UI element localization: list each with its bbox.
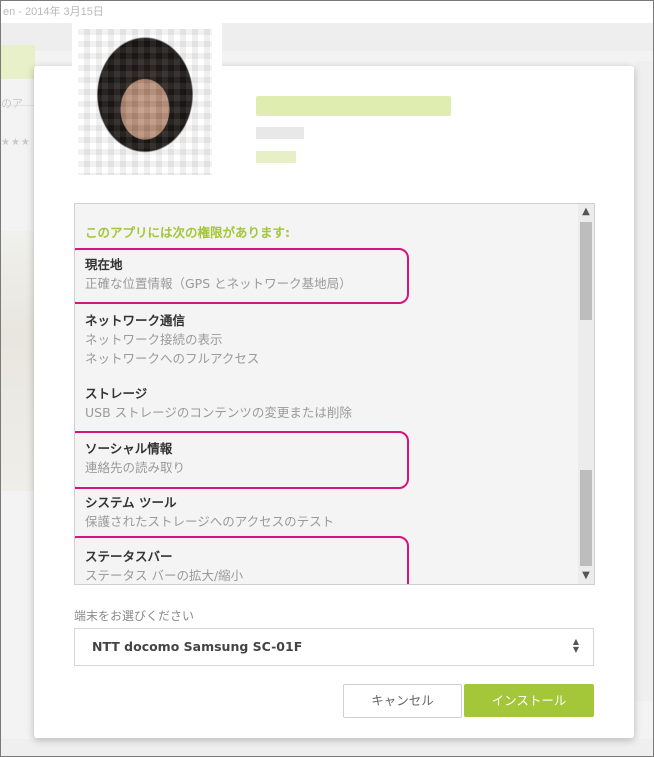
install-button[interactable]: インストール <box>464 684 594 717</box>
permission-item-storage: ストレージ USB ストレージのコンテンツの変更または削除 <box>85 384 352 422</box>
permission-title: システム ツール <box>85 495 177 510</box>
permission-detail: USB ストレージのコンテンツの変更または削除 <box>85 405 352 420</box>
permission-detail: ネットワークへのフルアクセス <box>85 351 260 366</box>
permission-detail: 保護されたストレージへのアクセスのテスト <box>85 514 335 529</box>
device-select-value: NTT docomo Samsung SC-01F <box>92 639 303 654</box>
app-title-redacted <box>256 96 451 116</box>
permissions-header: このアプリには次の権限があります: <box>85 225 290 240</box>
cancel-button[interactable]: キャンセル <box>343 684 462 718</box>
screenshot-frame: en - 2014年 3月15日 のア ★★★ このアプリには次の権限があります… <box>0 0 654 757</box>
permission-item-social: ソーシャル情報 連絡先の読み取り <box>85 439 185 477</box>
background-rating-stars: ★★★ <box>1 137 31 148</box>
permission-title: ストレージ <box>85 386 148 401</box>
background-header: en - 2014年 3月15日 <box>1 1 653 23</box>
permission-item-system-tools: システム ツール 保護されたストレージへのアクセスのテスト <box>85 493 334 531</box>
app-category-redacted <box>256 151 296 163</box>
scroll-thumb-lower[interactable] <box>580 470 592 566</box>
avatar <box>78 29 212 175</box>
install-permissions-dialog: このアプリには次の権限があります: 現在地 正確な位置情報（GPS とネットワー… <box>34 23 634 738</box>
scroll-down-arrow-icon[interactable]: ▼ <box>578 568 594 584</box>
background-bottom-edge <box>1 739 653 756</box>
permissions-scrollbar[interactable]: ▲ ▼ <box>578 204 594 584</box>
permission-item-network: ネットワーク通信 ネットワーク接続の表示 ネットワークへのフルアクセス <box>85 311 259 368</box>
device-select-label: 端末をお選びください <box>74 609 195 623</box>
permission-title: ステータスバー <box>85 549 173 564</box>
background-divider <box>1 105 35 106</box>
scroll-up-arrow-icon[interactable]: ▲ <box>578 204 594 220</box>
permission-title: ソーシャル情報 <box>85 441 173 456</box>
select-arrows-icon: ▲ ▼ <box>572 637 579 654</box>
permission-item-status-bar: ステータスバー ステータス バーの拡大/縮小 <box>85 547 244 584</box>
background-date: en - 2014年 3月15日 <box>3 6 104 18</box>
permissions-list[interactable]: このアプリには次の権限があります: 現在地 正確な位置情報（GPS とネットワー… <box>74 203 595 585</box>
permission-title: 現在地 <box>85 257 123 272</box>
background-photo <box>1 231 35 491</box>
permission-detail: 連絡先の読み取り <box>85 460 186 475</box>
background-snippet: のア <box>1 97 23 110</box>
device-select[interactable]: NTT docomo Samsung SC-01F ▲ ▼ <box>74 628 594 666</box>
background-green-block <box>1 45 35 79</box>
permission-detail: ステータス バーの拡大/縮小 <box>85 568 244 583</box>
developer-name-redacted <box>256 127 304 139</box>
permission-title: ネットワーク通信 <box>85 313 186 328</box>
scroll-thumb-upper[interactable] <box>580 222 592 320</box>
permission-detail: 正確な位置情報（GPS とネットワーク基地局） <box>85 276 352 291</box>
permission-item-location: 現在地 正確な位置情報（GPS とネットワーク基地局） <box>85 255 352 293</box>
background-right-edge <box>635 61 653 701</box>
permission-detail: ネットワーク接続の表示 <box>85 332 223 347</box>
